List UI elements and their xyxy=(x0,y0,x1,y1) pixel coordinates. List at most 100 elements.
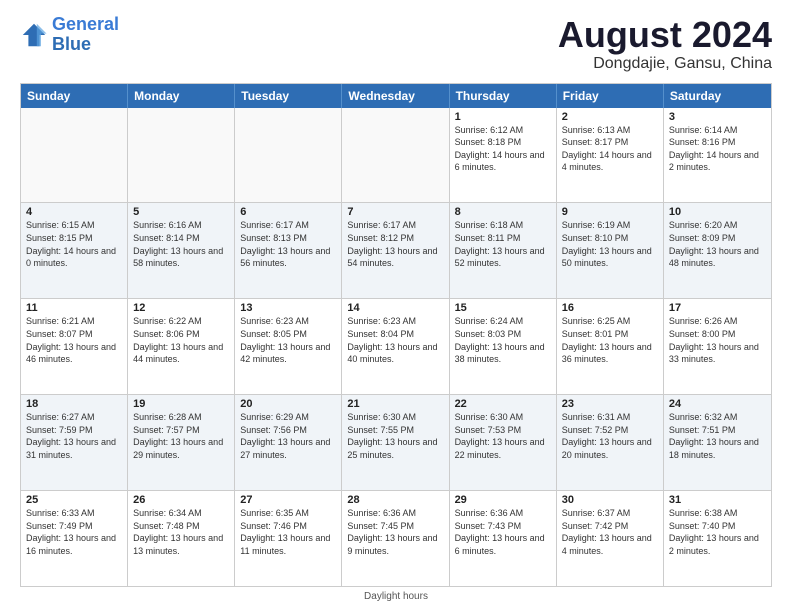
day-number: 12 xyxy=(133,302,229,314)
day-number: 13 xyxy=(240,302,336,314)
day-header-thursday: Thursday xyxy=(450,84,557,108)
day-number: 9 xyxy=(562,206,658,218)
logo-icon xyxy=(20,21,48,49)
day-number: 24 xyxy=(669,398,766,410)
day-details: Sunrise: 6:26 AM Sunset: 8:00 PM Dayligh… xyxy=(669,315,766,365)
calendar-cell-3: 3Sunrise: 6:14 AM Sunset: 8:16 PM Daylig… xyxy=(664,108,771,203)
day-header-tuesday: Tuesday xyxy=(235,84,342,108)
page: General Blue August 2024 Dongdajie, Gans… xyxy=(0,0,792,612)
calendar-body: 1Sunrise: 6:12 AM Sunset: 8:18 PM Daylig… xyxy=(21,108,771,586)
day-details: Sunrise: 6:20 AM Sunset: 8:09 PM Dayligh… xyxy=(669,219,766,269)
day-details: Sunrise: 6:12 AM Sunset: 8:18 PM Dayligh… xyxy=(455,124,551,174)
day-details: Sunrise: 6:14 AM Sunset: 8:16 PM Dayligh… xyxy=(669,124,766,174)
day-number: 28 xyxy=(347,494,443,506)
calendar-header: SundayMondayTuesdayWednesdayThursdayFrid… xyxy=(21,84,771,108)
day-number: 17 xyxy=(669,302,766,314)
day-number: 2 xyxy=(562,111,658,123)
day-header-friday: Friday xyxy=(557,84,664,108)
calendar-cell-empty-0-2 xyxy=(235,108,342,203)
calendar-cell-24: 24Sunrise: 6:32 AM Sunset: 7:51 PM Dayli… xyxy=(664,395,771,490)
day-details: Sunrise: 6:24 AM Sunset: 8:03 PM Dayligh… xyxy=(455,315,551,365)
day-number: 7 xyxy=(347,206,443,218)
calendar-cell-14: 14Sunrise: 6:23 AM Sunset: 8:04 PM Dayli… xyxy=(342,299,449,394)
day-details: Sunrise: 6:27 AM Sunset: 7:59 PM Dayligh… xyxy=(26,411,122,461)
logo-text: General Blue xyxy=(52,15,119,55)
calendar-cell-1: 1Sunrise: 6:12 AM Sunset: 8:18 PM Daylig… xyxy=(450,108,557,203)
calendar-cell-23: 23Sunrise: 6:31 AM Sunset: 7:52 PM Dayli… xyxy=(557,395,664,490)
calendar-row-0: 1Sunrise: 6:12 AM Sunset: 8:18 PM Daylig… xyxy=(21,108,771,204)
day-number: 1 xyxy=(455,111,551,123)
calendar-row-3: 18Sunrise: 6:27 AM Sunset: 7:59 PM Dayli… xyxy=(21,395,771,491)
day-number: 6 xyxy=(240,206,336,218)
header: General Blue August 2024 Dongdajie, Gans… xyxy=(20,15,772,73)
day-details: Sunrise: 6:17 AM Sunset: 8:12 PM Dayligh… xyxy=(347,219,443,269)
day-number: 21 xyxy=(347,398,443,410)
footer-note: Daylight hours xyxy=(20,591,772,602)
day-number: 25 xyxy=(26,494,122,506)
day-details: Sunrise: 6:30 AM Sunset: 7:55 PM Dayligh… xyxy=(347,411,443,461)
day-header-sunday: Sunday xyxy=(21,84,128,108)
calendar-cell-15: 15Sunrise: 6:24 AM Sunset: 8:03 PM Dayli… xyxy=(450,299,557,394)
day-number: 3 xyxy=(669,111,766,123)
day-number: 20 xyxy=(240,398,336,410)
calendar-cell-21: 21Sunrise: 6:30 AM Sunset: 7:55 PM Dayli… xyxy=(342,395,449,490)
day-details: Sunrise: 6:13 AM Sunset: 8:17 PM Dayligh… xyxy=(562,124,658,174)
calendar-row-1: 4Sunrise: 6:15 AM Sunset: 8:15 PM Daylig… xyxy=(21,203,771,299)
day-details: Sunrise: 6:35 AM Sunset: 7:46 PM Dayligh… xyxy=(240,507,336,557)
day-number: 4 xyxy=(26,206,122,218)
location: Dongdajie, Gansu, China xyxy=(558,55,772,73)
calendar-cell-25: 25Sunrise: 6:33 AM Sunset: 7:49 PM Dayli… xyxy=(21,491,128,586)
day-number: 5 xyxy=(133,206,229,218)
calendar-row-2: 11Sunrise: 6:21 AM Sunset: 8:07 PM Dayli… xyxy=(21,299,771,395)
calendar-cell-31: 31Sunrise: 6:38 AM Sunset: 7:40 PM Dayli… xyxy=(664,491,771,586)
calendar-cell-4: 4Sunrise: 6:15 AM Sunset: 8:15 PM Daylig… xyxy=(21,203,128,298)
day-number: 22 xyxy=(455,398,551,410)
day-details: Sunrise: 6:30 AM Sunset: 7:53 PM Dayligh… xyxy=(455,411,551,461)
title-block: August 2024 Dongdajie, Gansu, China xyxy=(558,15,772,73)
day-number: 31 xyxy=(669,494,766,506)
calendar-cell-28: 28Sunrise: 6:36 AM Sunset: 7:45 PM Dayli… xyxy=(342,491,449,586)
day-number: 10 xyxy=(669,206,766,218)
day-details: Sunrise: 6:18 AM Sunset: 8:11 PM Dayligh… xyxy=(455,219,551,269)
calendar-cell-13: 13Sunrise: 6:23 AM Sunset: 8:05 PM Dayli… xyxy=(235,299,342,394)
day-number: 18 xyxy=(26,398,122,410)
day-header-saturday: Saturday xyxy=(664,84,771,108)
calendar-cell-27: 27Sunrise: 6:35 AM Sunset: 7:46 PM Dayli… xyxy=(235,491,342,586)
day-details: Sunrise: 6:36 AM Sunset: 7:45 PM Dayligh… xyxy=(347,507,443,557)
calendar-cell-6: 6Sunrise: 6:17 AM Sunset: 8:13 PM Daylig… xyxy=(235,203,342,298)
calendar-cell-11: 11Sunrise: 6:21 AM Sunset: 8:07 PM Dayli… xyxy=(21,299,128,394)
calendar-cell-2: 2Sunrise: 6:13 AM Sunset: 8:17 PM Daylig… xyxy=(557,108,664,203)
day-details: Sunrise: 6:37 AM Sunset: 7:42 PM Dayligh… xyxy=(562,507,658,557)
day-details: Sunrise: 6:19 AM Sunset: 8:10 PM Dayligh… xyxy=(562,219,658,269)
day-details: Sunrise: 6:36 AM Sunset: 7:43 PM Dayligh… xyxy=(455,507,551,557)
day-number: 15 xyxy=(455,302,551,314)
calendar-cell-10: 10Sunrise: 6:20 AM Sunset: 8:09 PM Dayli… xyxy=(664,203,771,298)
day-number: 11 xyxy=(26,302,122,314)
day-header-monday: Monday xyxy=(128,84,235,108)
day-details: Sunrise: 6:25 AM Sunset: 8:01 PM Dayligh… xyxy=(562,315,658,365)
calendar-cell-empty-0-1 xyxy=(128,108,235,203)
day-number: 29 xyxy=(455,494,551,506)
month-year: August 2024 xyxy=(558,15,772,55)
calendar-row-4: 25Sunrise: 6:33 AM Sunset: 7:49 PM Dayli… xyxy=(21,491,771,586)
calendar-cell-29: 29Sunrise: 6:36 AM Sunset: 7:43 PM Dayli… xyxy=(450,491,557,586)
day-header-wednesday: Wednesday xyxy=(342,84,449,108)
calendar: SundayMondayTuesdayWednesdayThursdayFrid… xyxy=(20,83,772,587)
calendar-cell-7: 7Sunrise: 6:17 AM Sunset: 8:12 PM Daylig… xyxy=(342,203,449,298)
day-number: 8 xyxy=(455,206,551,218)
calendar-cell-18: 18Sunrise: 6:27 AM Sunset: 7:59 PM Dayli… xyxy=(21,395,128,490)
calendar-cell-22: 22Sunrise: 6:30 AM Sunset: 7:53 PM Dayli… xyxy=(450,395,557,490)
calendar-cell-8: 8Sunrise: 6:18 AM Sunset: 8:11 PM Daylig… xyxy=(450,203,557,298)
day-details: Sunrise: 6:17 AM Sunset: 8:13 PM Dayligh… xyxy=(240,219,336,269)
calendar-cell-20: 20Sunrise: 6:29 AM Sunset: 7:56 PM Dayli… xyxy=(235,395,342,490)
day-number: 30 xyxy=(562,494,658,506)
day-number: 16 xyxy=(562,302,658,314)
day-number: 26 xyxy=(133,494,229,506)
day-details: Sunrise: 6:33 AM Sunset: 7:49 PM Dayligh… xyxy=(26,507,122,557)
calendar-cell-empty-0-0 xyxy=(21,108,128,203)
day-details: Sunrise: 6:31 AM Sunset: 7:52 PM Dayligh… xyxy=(562,411,658,461)
logo: General Blue xyxy=(20,15,119,55)
calendar-cell-5: 5Sunrise: 6:16 AM Sunset: 8:14 PM Daylig… xyxy=(128,203,235,298)
day-details: Sunrise: 6:32 AM Sunset: 7:51 PM Dayligh… xyxy=(669,411,766,461)
day-details: Sunrise: 6:22 AM Sunset: 8:06 PM Dayligh… xyxy=(133,315,229,365)
